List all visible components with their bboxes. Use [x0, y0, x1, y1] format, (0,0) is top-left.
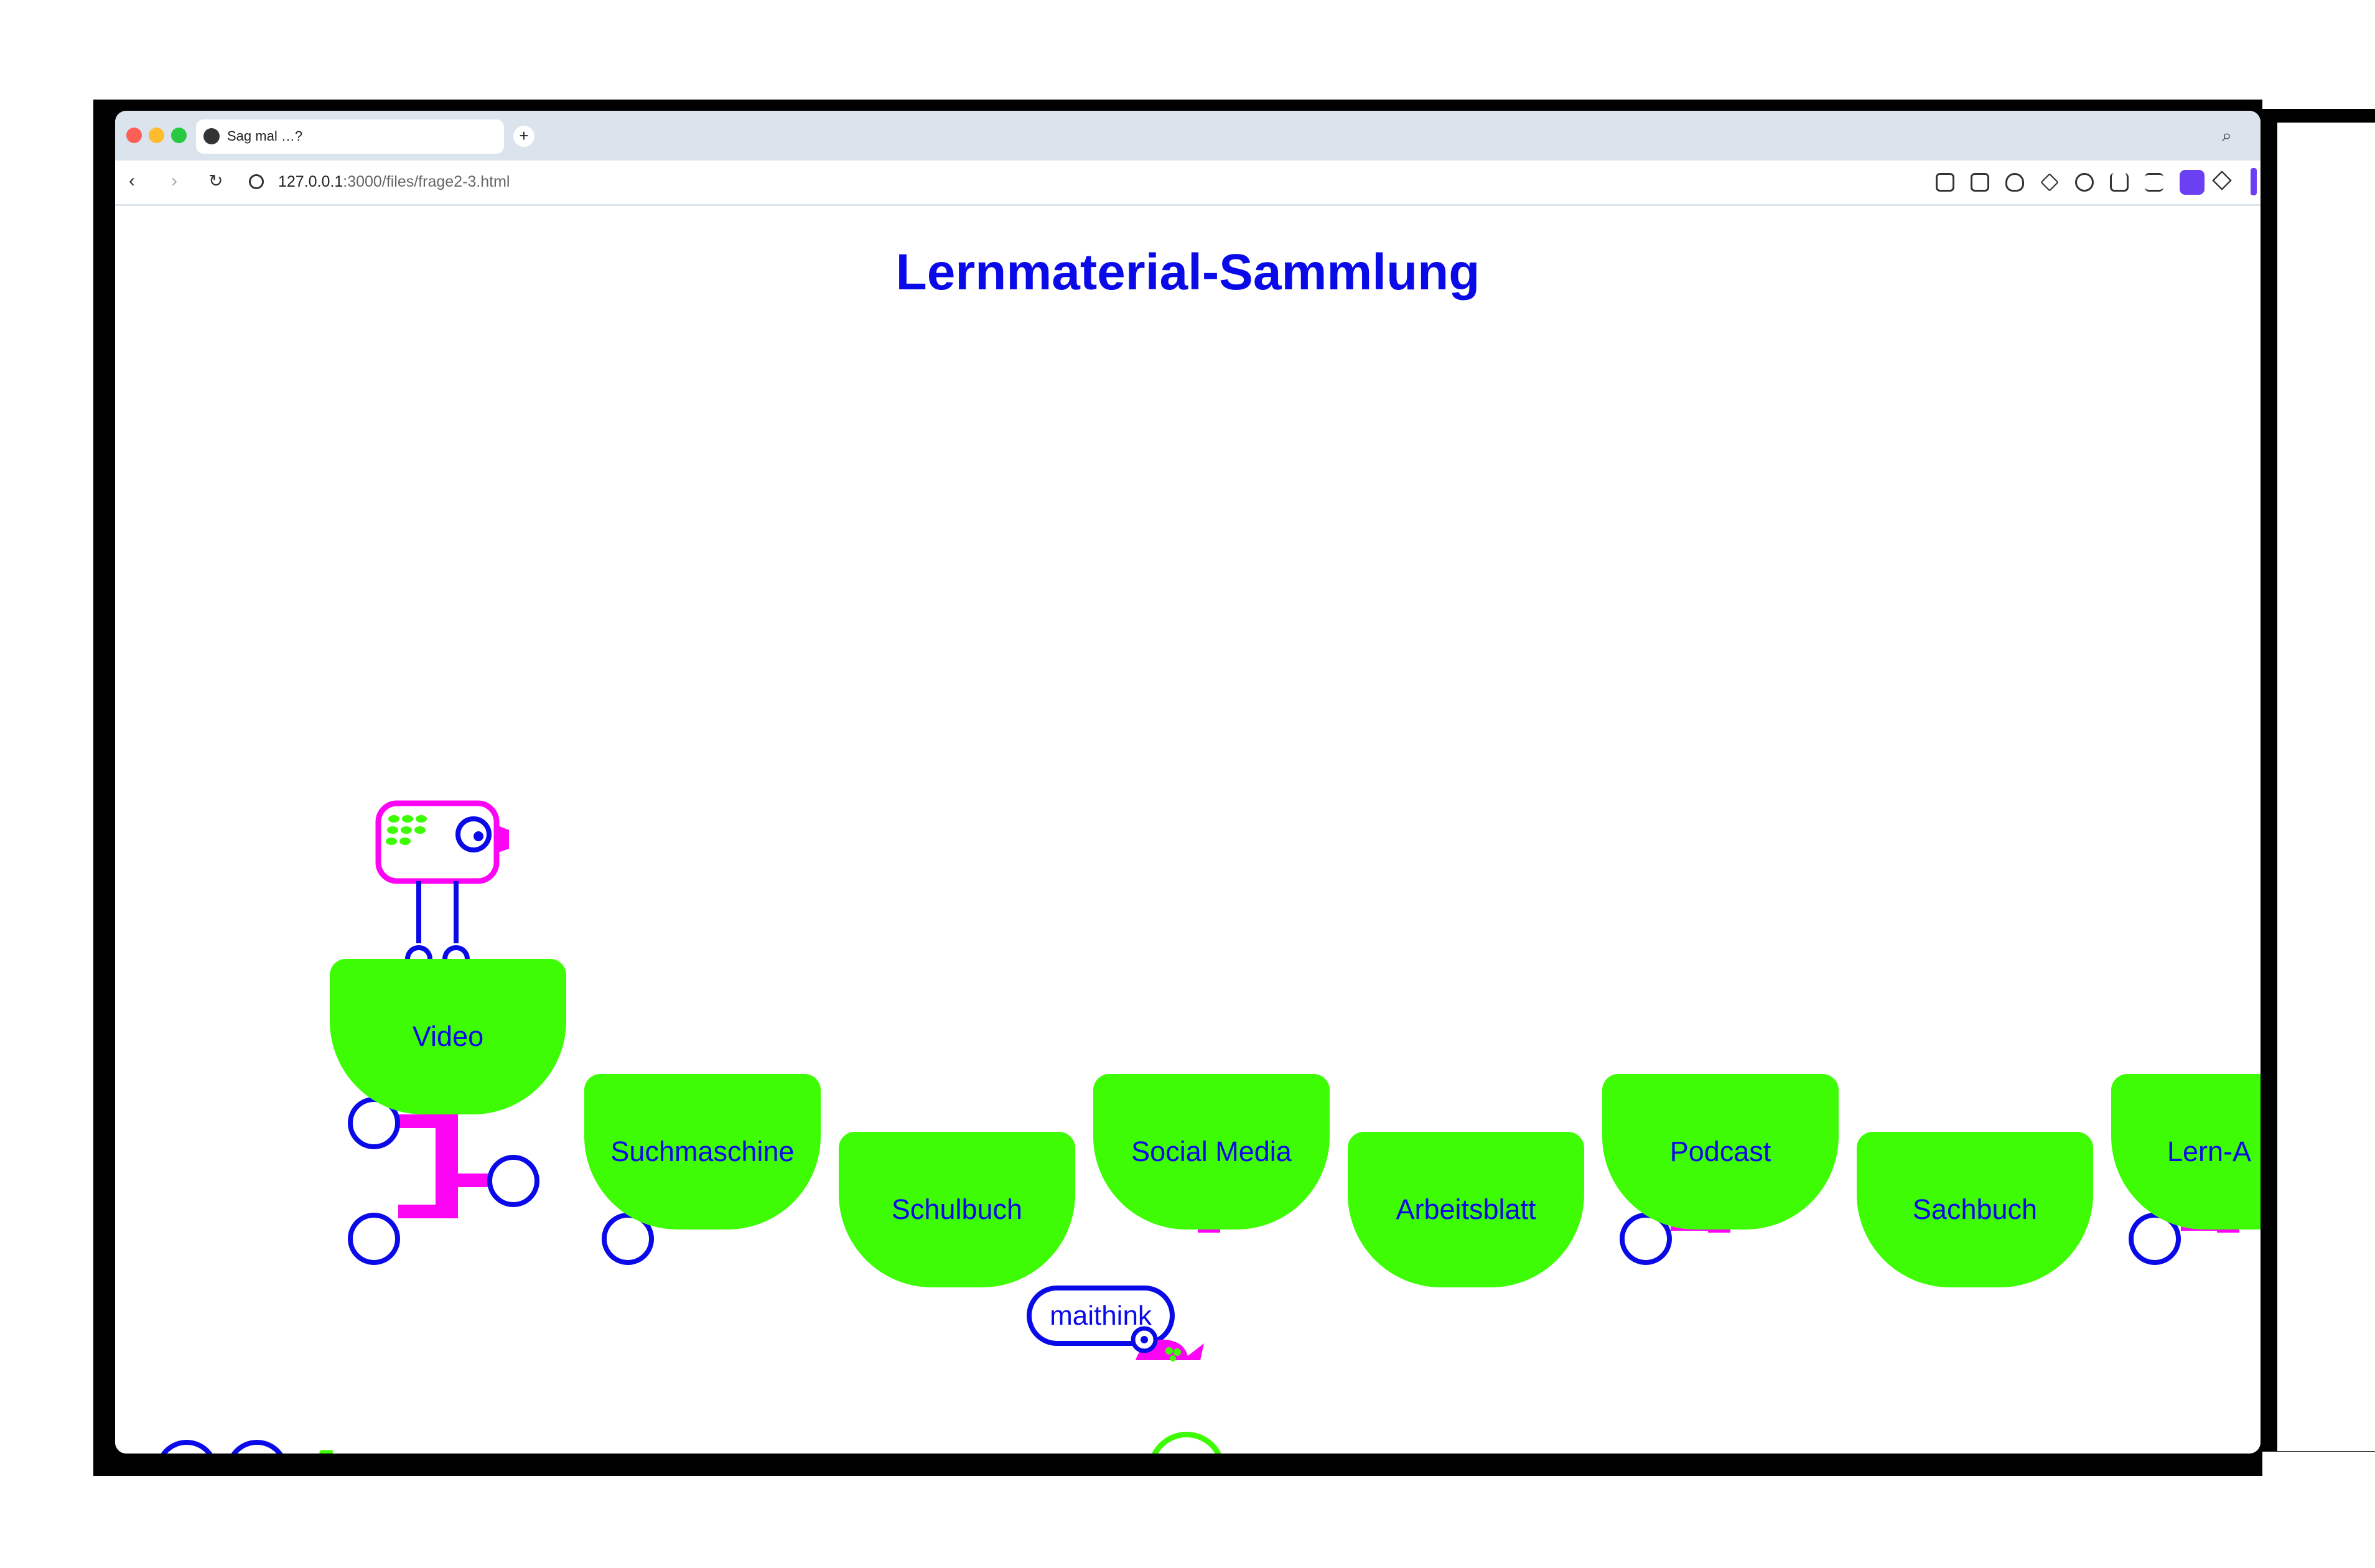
empty-slot[interactable] [348, 1213, 400, 1265]
site-info-icon[interactable] [249, 174, 264, 189]
arrow-right-icon [1164, 1452, 1209, 1454]
page-title: Lernmaterial-Sammlung [895, 244, 1480, 301]
card-social-media[interactable]: Social Media [1093, 1074, 1330, 1230]
card-schulbuch[interactable]: Schulbuch [839, 1132, 1075, 1287]
download-icon[interactable] [2110, 173, 2129, 192]
settings-sliders-icon[interactable] [2145, 173, 2163, 192]
next-button[interactable] [1148, 1432, 1225, 1454]
reset-icon[interactable]: ↺ [302, 1441, 335, 1454]
browser-window: Sag mal …? + ⌕ ‹ › ↻ 127.0.0.1:3000/file… [115, 111, 2261, 1454]
sidebar-toggle[interactable] [2251, 168, 2257, 195]
tab-bar: Sag mal …? + ⌕ [115, 111, 2261, 161]
camera-icon[interactable] [1971, 173, 1989, 192]
back-icon[interactable]: ‹ [129, 170, 135, 192]
shield-icon[interactable] [2005, 173, 2024, 192]
progress-indicator [226, 1440, 288, 1454]
search-icon[interactable]: ⌕ [2222, 126, 2243, 147]
browser-tab[interactable]: Sag mal …? [196, 119, 504, 154]
forward-icon[interactable]: › [171, 170, 177, 192]
card-sachbuch[interactable]: Sachbuch [1857, 1132, 2093, 1287]
tab-title: Sag mal …? [227, 128, 303, 144]
card-arbeitsblatt[interactable]: Arbeitsblatt [1348, 1132, 1584, 1287]
tree-branch [398, 1205, 458, 1218]
minimize-window-button[interactable] [149, 128, 164, 143]
empty-slot[interactable] [487, 1155, 539, 1207]
card-podcast[interactable]: Podcast [1602, 1074, 1839, 1230]
close-window-button[interactable] [126, 128, 142, 143]
url-path: :3000/files/frage2-3.html [343, 173, 510, 190]
toolbar-icons [1936, 169, 2205, 195]
card-suchmaschine[interactable]: Suchmaschine [584, 1074, 821, 1230]
maximize-window-button[interactable] [171, 128, 187, 143]
profile-icon[interactable] [2180, 170, 2205, 195]
globe-icon [203, 128, 220, 144]
extensions-icon[interactable] [2212, 170, 2232, 190]
snail-mascot-icon [1131, 1326, 1204, 1361]
page-content: Lernmaterial-Sammlung Video Suchmaschine… [115, 206, 2261, 1454]
card-video[interactable]: Video [330, 959, 566, 1114]
new-tab-button[interactable]: + [513, 126, 534, 147]
shadow-gap [2277, 123, 2375, 1451]
tree-branch [398, 1114, 436, 1128]
heart-icon[interactable] [2075, 173, 2094, 192]
address-bar[interactable]: 127.0.0.1:3000/files/frage2-3.html [278, 173, 510, 191]
navigation-bar: ‹ › ↻ 127.0.0.1:3000/files/frage2-3.html [115, 161, 2261, 206]
play-icon[interactable] [2040, 173, 2059, 192]
card-lern-app[interactable]: Lern-A [2111, 1074, 2261, 1230]
robot-mascot-icon [375, 800, 509, 959]
reload-icon[interactable]: ↻ [208, 170, 223, 191]
edit-icon[interactable] [1936, 173, 1954, 192]
progress-indicator [156, 1440, 218, 1454]
url-host: 127.0.0.1 [278, 173, 343, 190]
